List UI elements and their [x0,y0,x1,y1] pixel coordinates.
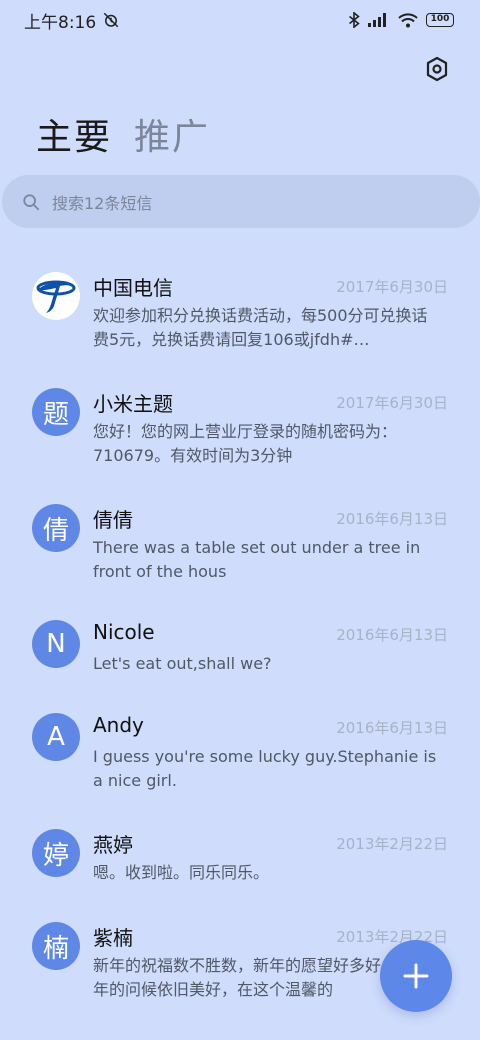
message-date: 2017年6月30日 [336,278,448,296]
status-time: 上午8:16 [24,12,97,33]
list-item[interactable]: 倩 倩倩 2016年6月13日 There was a table set ou… [0,480,480,590]
status-bar: 上午8:16 100 [0,0,480,40]
avatar: 婷 [32,829,80,877]
avatar [32,272,80,320]
search-placeholder: 搜索12条短信 [52,193,153,213]
message-date: 2017年6月30日 [336,394,448,412]
message-preview: I guess you're some lucky guy.Stephanie … [93,747,437,790]
sender-name: 小米主题 [93,392,173,416]
sender-name: 紫楠 [93,926,133,950]
sender-name: 中国电信 [93,276,173,300]
list-item[interactable]: 中国电信 2017年6月30日 欢迎参加积分兑换话费活动，每500分可兑换话费5… [0,248,480,358]
sender-name: Nicole [93,620,155,644]
message-preview: 嗯。收到啦。同乐同乐。 [93,863,270,882]
tab-bar: 主要 推广 [36,108,210,160]
list-item[interactable]: A Andy 2016年6月13日 I guess you're some lu… [0,689,480,799]
message-date: 2016年6月13日 [336,510,448,528]
status-left: 上午8:16 [24,8,120,33]
message-date: 2016年6月13日 [336,626,448,644]
avatar: 倩 [32,504,80,552]
search-icon [23,193,40,210]
battery-icon: 100 [426,13,454,27]
settings-hexagon-icon [426,56,448,82]
avatar: A [32,713,80,761]
message-preview: Let's eat out,shall we? [93,654,272,673]
alarm-off-icon [103,12,119,28]
avatar: N [32,620,80,668]
avatar: 楠 [32,922,80,970]
china-telecom-logo-icon [33,273,79,319]
status-right: 100 [348,12,454,28]
sender-name: Andy [93,713,144,737]
tab-promotions[interactable]: 推广 [134,108,210,160]
bluetooth-icon [349,12,360,28]
tab-primary[interactable]: 主要 [36,108,112,160]
message-preview: There was a table set out under a tree i… [93,538,421,581]
new-message-button[interactable] [380,940,452,1012]
sender-name: 倩倩 [93,508,133,532]
message-date: 2016年6月13日 [336,719,448,737]
sender-name: 燕婷 [93,833,133,857]
signal-icon [368,13,386,27]
message-preview: 您好！您的网上营业厅登录的随机密码为：710679。有效时间为3分钟 [93,422,398,465]
search-bar[interactable]: 搜索12条短信 [2,175,480,228]
settings-button[interactable] [422,54,452,84]
wifi-icon [398,12,418,27]
list-item[interactable]: 题 小米主题 2017年6月30日 您好！您的网上营业厅登录的随机密码为：710… [0,364,480,474]
message-preview: 欢迎参加积分兑换话费活动，每500分可兑换话费5元，兑换话费请回复106或jfd… [93,306,428,349]
plus-icon [403,963,429,989]
avatar: 题 [32,388,80,436]
message-date: 2013年2月22日 [336,835,448,853]
